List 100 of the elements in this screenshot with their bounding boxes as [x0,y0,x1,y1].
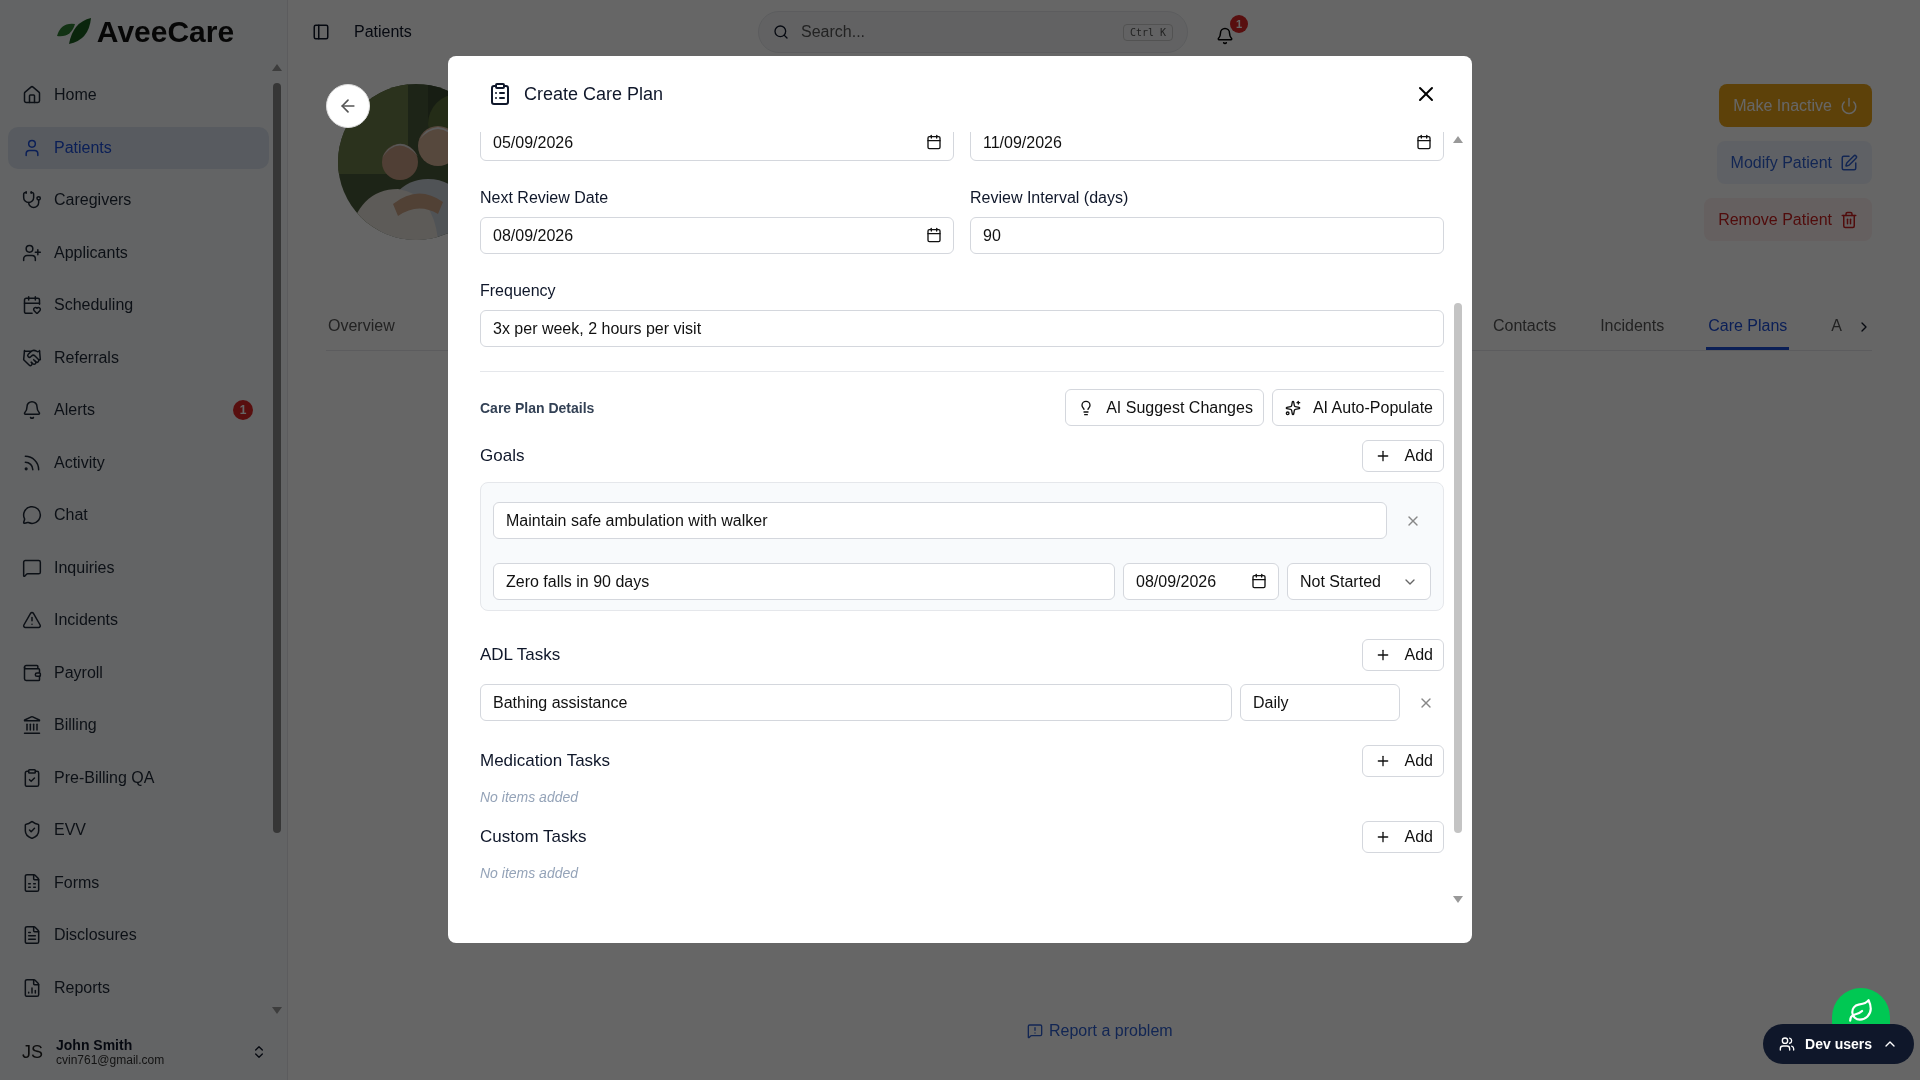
sidebar-item[interactable]: Home [8,74,269,116]
tab[interactable]: Overview [326,304,397,350]
date-field[interactable]: 08/09/2026 [1123,563,1279,600]
leaf-icon [1848,998,1874,1024]
report-link[interactable]: Report a problem [1027,1022,1173,1040]
section-title: Goals [480,446,525,466]
add-button[interactable]: Add [1361,639,1444,671]
sidebar-item[interactable]: Pre-Billing QA [8,756,269,799]
scrollbar-thumb[interactable] [273,83,281,833]
sidebar-item[interactable]: Incidents [8,599,269,641]
input-field[interactable]: Zero falls in 90 days [493,563,1115,600]
empty-message: No items added [480,865,580,881]
sparkles-icon [1284,399,1301,416]
clipboard-check-icon [22,767,42,788]
notifications-button[interactable]: 1 [1212,15,1248,49]
sidebar-item[interactable]: Payroll [8,651,269,694]
document-icon [22,872,42,893]
sidebar-item[interactable]: Inquiries [8,546,269,589]
scroll-up-arrow[interactable] [272,64,282,71]
scroll-down-arrow[interactable] [272,1007,282,1014]
calendar-icon[interactable] [1416,134,1432,150]
document-icon [22,925,42,945]
trash-icon [1840,210,1858,229]
edit-icon [1840,153,1858,172]
input-field[interactable]: Daily [1240,684,1400,721]
calendar-icon[interactable] [926,134,942,150]
calendar-icon [22,295,42,315]
calendar-icon[interactable] [1251,573,1267,589]
scrollbar-thumb[interactable] [1454,303,1462,833]
report-icon [1027,1023,1043,1039]
sidebar-item[interactable]: Caregivers [8,179,269,221]
tab[interactable]: Incidents [1598,304,1667,350]
sidebar-item[interactable]: Billing [8,704,269,746]
wallet-icon [22,662,42,683]
chat-bubble-icon [22,505,42,525]
sidebar-item[interactable]: Forms [8,861,269,904]
count-badge: 1 [233,400,253,420]
calendar-icon[interactable] [926,227,942,243]
modal-title: Create Care Plan [524,83,665,105]
field-label: Review Interval (days) [970,189,1130,207]
add-button[interactable]: Add [1361,745,1444,777]
search-icon [773,24,789,40]
search-field[interactable]: Search... Ctrl K [758,11,1188,53]
stethoscope-icon [22,190,42,210]
users-icon [1779,1036,1796,1052]
sidebar-item[interactable]: Patients [8,126,269,169]
search-input[interactable]: Search... [799,22,1113,42]
sidebar-item[interactable]: Disclosures [8,914,269,956]
home-icon [22,85,42,105]
empty-message: No items added [480,789,580,805]
field-label: Frequency [480,282,557,300]
sidebar-item[interactable]: Alerts 1 [8,389,269,431]
date-field[interactable]: 11/09/2026 [970,132,1444,161]
shortcut-hint: Ctrl K [1122,23,1173,41]
input-field[interactable]: 90 [970,217,1444,254]
section-title: Medication Tasks [480,751,611,771]
leaf-button[interactable] [1832,988,1890,1024]
clipboard-icon [488,82,512,106]
sidebar-item[interactable]: Referrals [8,336,269,379]
add-button[interactable]: Add [1361,821,1444,853]
sidebar-item[interactable]: Reports [8,966,269,1009]
add-button[interactable]: Add [1361,440,1444,472]
input-field[interactable]: Maintain safe ambulation with walker [493,502,1387,539]
sidebar-item[interactable]: Scheduling [8,284,269,326]
back-button[interactable] [326,84,370,128]
input-field[interactable]: 3x per week, 2 hours per visit [480,310,1444,347]
warning-icon [22,610,42,630]
action-button[interactable]: Make Inactive [1719,84,1872,127]
person-plus-icon [22,242,42,263]
date-field[interactable]: 05/09/2026 [480,132,954,161]
report-icon [22,977,42,998]
user-initials: JS [22,1041,42,1063]
bell-icon [22,400,42,420]
status-select[interactable]: Not Started [1287,563,1431,600]
shield-check-icon [22,820,42,840]
bell-icon [1216,27,1234,45]
dev-users-button[interactable]: Dev users [1763,1024,1914,1064]
action-button[interactable]: Modify Patient [1716,141,1872,184]
sidebar-item[interactable]: Chat [8,494,269,536]
sidebar-item[interactable]: EVV [8,809,269,851]
scroll-up-arrow[interactable] [1453,136,1463,143]
date-field[interactable]: 08/09/2026 [480,217,954,254]
sidebar-item[interactable]: Applicants [8,231,269,274]
input-field[interactable]: Bathing assistance [480,684,1232,721]
section-title: ADL Tasks [480,645,561,665]
action-button[interactable]: Remove Patient [1704,198,1872,241]
scroll-down-arrow[interactable] [1453,896,1463,903]
logo-text: AveeCare [96,15,235,49]
section-title: Custom Tasks [480,827,587,847]
tab[interactable]: A [1829,304,1844,350]
user-email: cvin761@gmail.com [56,1053,166,1067]
tab[interactable]: Contacts [1491,304,1559,350]
section-title: Care Plan Details [480,399,595,416]
sidebar-item[interactable]: Activity [8,441,269,484]
user-name: John Smith [56,1037,134,1053]
page-title: Patients [354,23,413,41]
ai-button[interactable]: AI Auto-Populate [1271,389,1444,426]
ai-button[interactable]: AI Suggest Changes [1065,389,1264,426]
sidebar-toggle-icon[interactable] [312,23,330,41]
tab[interactable]: Care Plans [1706,304,1790,350]
